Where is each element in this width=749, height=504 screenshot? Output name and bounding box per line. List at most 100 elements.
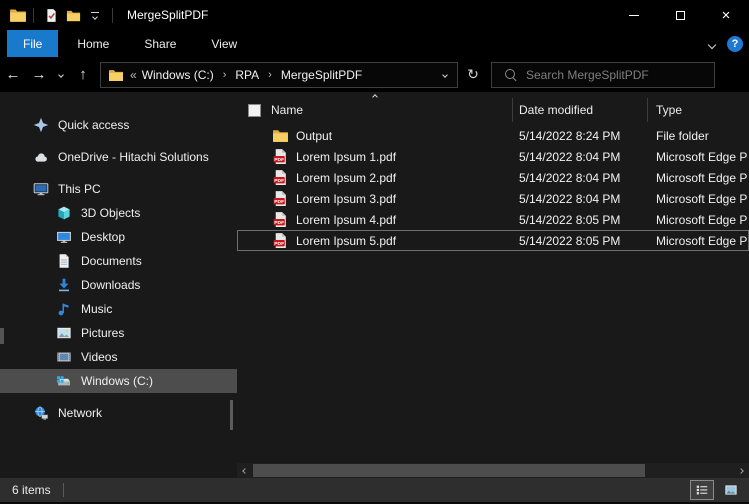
date-modified-cell: 5/14/2022 8:04 PM	[519, 191, 621, 206]
close-button[interactable]: ×	[703, 0, 749, 30]
status-separator	[62, 483, 64, 497]
type-cell: Microsoft Edge P	[656, 212, 748, 227]
recent-locations-button[interactable]	[52, 61, 70, 89]
file-name: Lorem Ipsum 5.pdf	[296, 233, 397, 248]
sidebar-item-pictures[interactable]: Pictures	[0, 321, 237, 345]
sidebar-item-label: This PC	[58, 182, 101, 196]
search-input[interactable]	[526, 67, 696, 82]
date-modified-cell: 5/14/2022 8:24 PM	[519, 128, 621, 143]
file-row-output[interactable]: Output 5/14/2022 8:24 PM File folder	[237, 125, 749, 146]
file-name: Lorem Ipsum 2.pdf	[296, 170, 397, 185]
up-button[interactable]: ↑	[70, 61, 96, 89]
caption-buttons: ×	[611, 0, 749, 30]
sidebar-item-desktop[interactable]: Desktop	[0, 225, 237, 249]
horizontal-scrollbar[interactable]	[237, 463, 749, 478]
scroll-right-button[interactable]	[733, 463, 749, 478]
large-icons-view-button[interactable]	[719, 480, 743, 500]
sidebar-item-documents[interactable]: Documents	[0, 249, 237, 273]
column-label: Type	[656, 103, 683, 117]
breadcrumb-segment-drive[interactable]: Windows (C:)	[139, 68, 217, 82]
refresh-button[interactable]: ↻	[458, 61, 488, 89]
pdf-icon	[272, 232, 289, 249]
minimize-icon	[629, 14, 639, 16]
file-row-lorem-ipsum-2[interactable]: Lorem Ipsum 2.pdf 5/14/2022 8:04 PM Micr…	[237, 167, 749, 188]
sidebar-item-label: Desktop	[81, 230, 126, 244]
scroll-left-button[interactable]	[237, 463, 253, 478]
file-row-lorem-ipsum-1[interactable]: Lorem Ipsum 1.pdf 5/14/2022 8:04 PM Micr…	[237, 146, 749, 167]
column-header-date-modified[interactable]: Date modified	[513, 98, 648, 122]
column-header-type[interactable]: Type	[648, 98, 749, 122]
videos-icon	[56, 349, 72, 365]
address-dropdown-button[interactable]	[433, 71, 457, 78]
sidebar-item-3d-objects[interactable]: 3D Objects	[0, 201, 237, 225]
sidebar-item-label: Music	[81, 302, 113, 316]
sidebar-item-label: Windows (C:)	[81, 374, 154, 388]
qat-new-folder-button[interactable]	[62, 3, 84, 27]
name-cell: Output	[237, 127, 513, 144]
details-view-button[interactable]	[690, 480, 714, 500]
name-cell: Lorem Ipsum 3.pdf	[237, 190, 513, 207]
file-row-lorem-ipsum-3[interactable]: Lorem Ipsum 3.pdf 5/14/2022 8:04 PM Micr…	[237, 188, 749, 209]
forward-button[interactable]: →	[26, 61, 52, 89]
view-buttons	[690, 480, 743, 500]
sidebar-item-music[interactable]: Music	[0, 297, 237, 321]
left-edge-scrollbar-thumb[interactable]	[0, 328, 4, 344]
this-pc-icon	[33, 181, 49, 197]
breadcrumb-segment-rpa[interactable]: RPA	[232, 68, 262, 82]
qat-customize-button[interactable]	[84, 3, 106, 27]
qat-properties-button[interactable]	[40, 3, 62, 27]
properties-check-doc-icon	[44, 8, 59, 23]
items-count: 6 items	[12, 483, 51, 497]
network-icon	[33, 405, 49, 421]
tab-share[interactable]: Share	[128, 30, 192, 57]
3d-objects-icon	[56, 205, 72, 221]
file-explorer-window: MergeSplitPDF × File Home Share View ? ←…	[0, 0, 749, 504]
sidebar-item-quick-access[interactable]: Quick access	[0, 113, 237, 137]
pdf-icon	[272, 190, 289, 207]
file-row-lorem-ipsum-5[interactable]: Lorem Ipsum 5.pdf 5/14/2022 8:05 PM Micr…	[237, 230, 749, 251]
breadcrumb-overflow[interactable]: «	[130, 68, 139, 82]
status-bar: 6 items	[0, 478, 749, 504]
tab-view[interactable]: View	[195, 30, 253, 57]
chevron-down-icon	[92, 13, 98, 20]
file-list-pane: Name Date modified Type Output 5/14/2022…	[237, 92, 749, 478]
search-box[interactable]	[491, 61, 715, 88]
ribbon-expand-button[interactable]	[707, 37, 717, 51]
chevron-left-icon	[242, 467, 248, 474]
maximize-button[interactable]	[657, 0, 703, 30]
tab-home[interactable]: Home	[61, 30, 125, 57]
tab-file[interactable]: File	[7, 30, 59, 57]
horizontal-scrollbar-thumb[interactable]	[253, 464, 645, 477]
help-button[interactable]: ?	[727, 35, 743, 52]
type-cell: Microsoft Edge P	[656, 170, 748, 185]
qat-separator	[112, 7, 113, 23]
select-all-checkbox[interactable]	[248, 103, 261, 117]
folder-icon	[272, 127, 289, 144]
minimize-button[interactable]	[611, 0, 657, 30]
sidebar-item-downloads[interactable]: Downloads	[0, 273, 237, 297]
back-button[interactable]: ←	[0, 61, 26, 89]
file-rows: Output 5/14/2022 8:24 PM File folder Lor…	[237, 125, 749, 463]
column-header-name[interactable]: Name	[237, 94, 513, 122]
sidebar-item-windows-c[interactable]: Windows (C:)	[0, 369, 237, 393]
ribbon-expand-chevron-icon	[707, 40, 717, 49]
chevron-down-icon	[442, 71, 448, 78]
onedrive-cloud-icon	[33, 149, 49, 165]
breadcrumb-segment-mergesplitpdf[interactable]: MergeSplitPDF	[278, 68, 365, 82]
sidebar-item-label: Downloads	[81, 278, 141, 292]
sidebar-item-label: Documents	[81, 254, 142, 268]
sidebar-scrollbar-thumb[interactable]	[230, 400, 233, 430]
column-header-row: Name Date modified Type	[237, 94, 749, 125]
sort-ascending-icon	[372, 94, 378, 100]
documents-icon	[56, 253, 72, 269]
sidebar-item-this-pc[interactable]: This PC	[0, 177, 237, 201]
column-label: Date modified	[519, 103, 594, 117]
sidebar-item-label: Quick access	[58, 118, 130, 132]
recent-locations-chevron-icon	[58, 71, 64, 78]
file-row-lorem-ipsum-4[interactable]: Lorem Ipsum 4.pdf 5/14/2022 8:05 PM Micr…	[237, 209, 749, 230]
sidebar-item-onedrive[interactable]: OneDrive - Hitachi Solutions	[0, 145, 237, 169]
quick-access-star-icon	[33, 117, 49, 133]
sidebar-item-videos[interactable]: Videos	[0, 345, 237, 369]
address-bar[interactable]: « Windows (C:) › RPA › MergeSplitPDF	[100, 61, 458, 88]
sidebar-item-network[interactable]: Network	[0, 401, 237, 425]
